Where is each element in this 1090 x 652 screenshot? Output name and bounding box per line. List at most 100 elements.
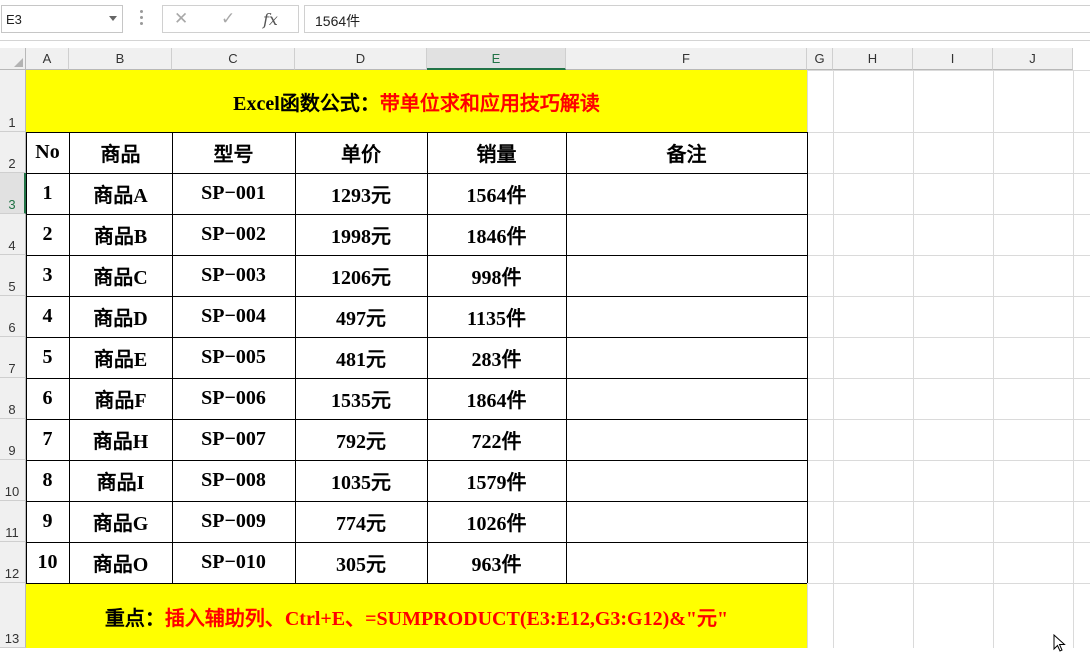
row-header-8[interactable]: 8 [0, 378, 26, 419]
table-header-cell[interactable]: 备注 [566, 132, 807, 173]
row-header-10[interactable]: 10 [0, 460, 26, 501]
table-header-cell[interactable]: 商品 [69, 132, 172, 173]
table-cell[interactable] [566, 378, 807, 419]
table-cell[interactable]: SP−006 [172, 378, 295, 419]
table-cell[interactable]: 2 [26, 214, 69, 255]
row-header-7[interactable]: 7 [0, 337, 26, 378]
table-cell[interactable]: 5 [26, 337, 69, 378]
row-header-12[interactable]: 12 [0, 542, 26, 583]
table-header-cell[interactable]: 单价 [295, 132, 427, 173]
table-cell[interactable]: 商品D [69, 296, 172, 337]
cancel-icon[interactable]: ✕ [174, 9, 188, 29]
table-header-cell[interactable]: No [26, 132, 69, 173]
column-header-b[interactable]: B [69, 48, 172, 70]
table-cell[interactable]: SP−002 [172, 214, 295, 255]
table-cell[interactable]: 305元 [295, 542, 427, 583]
formula-value: 1564件 [315, 13, 361, 29]
table-cell[interactable] [566, 542, 807, 583]
table-cell[interactable]: 1564件 [427, 173, 566, 214]
row-header-2[interactable]: 2 [0, 132, 26, 173]
table-cell[interactable]: 1 [26, 173, 69, 214]
table-cell[interactable]: 1293元 [295, 173, 427, 214]
column-header-c[interactable]: C [172, 48, 295, 70]
column-header-h[interactable]: H [833, 48, 913, 70]
row-header-6[interactable]: 6 [0, 296, 26, 337]
table-cell[interactable] [566, 296, 807, 337]
table-cell[interactable]: 1579件 [427, 460, 566, 501]
column-header-i[interactable]: I [913, 48, 993, 70]
table-cell[interactable]: 商品O [69, 542, 172, 583]
table-cell[interactable]: SP−001 [172, 173, 295, 214]
table-cell[interactable]: SP−004 [172, 296, 295, 337]
formula-input[interactable]: 1564件 [304, 5, 1090, 33]
table-cell[interactable]: 6 [26, 378, 69, 419]
table-cell[interactable]: 774元 [295, 501, 427, 542]
table-cell[interactable]: SP−007 [172, 419, 295, 460]
footer-banner[interactable]: 重点： 插入辅助列、Ctrl+E、=SUMPRODUCT(E3:E12,G3:G1… [26, 584, 807, 648]
table-cell[interactable]: 8 [26, 460, 69, 501]
table-cell[interactable]: 商品C [69, 255, 172, 296]
table-cell[interactable]: 481元 [295, 337, 427, 378]
table-cell[interactable]: SP−009 [172, 501, 295, 542]
table-header-cell[interactable]: 型号 [172, 132, 295, 173]
table-cell[interactable]: 998件 [427, 255, 566, 296]
table-cell[interactable]: 792元 [295, 419, 427, 460]
title-banner[interactable]: Excel函数公式： 带单位求和应用技巧解读 [26, 70, 807, 132]
table-cell[interactable]: SP−010 [172, 542, 295, 583]
table-cell[interactable]: 商品B [69, 214, 172, 255]
table-cell[interactable]: 7 [26, 419, 69, 460]
table-cell[interactable] [566, 255, 807, 296]
table-cell[interactable]: 1135件 [427, 296, 566, 337]
row-header-9[interactable]: 9 [0, 419, 26, 460]
table-cell[interactable]: SP−008 [172, 460, 295, 501]
column-header-j[interactable]: J [993, 48, 1073, 70]
table-cell[interactable]: 商品I [69, 460, 172, 501]
column-header-g[interactable]: G [807, 48, 833, 70]
table-cell[interactable]: 4 [26, 296, 69, 337]
insert-function-icon[interactable]: fx [263, 10, 278, 29]
table-cell[interactable]: SP−005 [172, 337, 295, 378]
row-header-11[interactable]: 11 [0, 501, 26, 542]
drag-handle-icon[interactable] [140, 10, 144, 26]
table-cell[interactable] [566, 460, 807, 501]
table-cell[interactable]: 9 [26, 501, 69, 542]
table-cell[interactable]: SP−003 [172, 255, 295, 296]
row-header-3[interactable]: 3 [0, 173, 26, 214]
select-all-button[interactable] [0, 48, 26, 70]
enter-icon[interactable]: ✓ [221, 9, 235, 29]
table-cell[interactable]: 商品H [69, 419, 172, 460]
name-box-dropdown-icon[interactable] [109, 16, 117, 21]
table-header-cell[interactable]: 销量 [427, 132, 566, 173]
table-cell[interactable]: 商品G [69, 501, 172, 542]
table-cell[interactable]: 722件 [427, 419, 566, 460]
table-cell[interactable]: 商品E [69, 337, 172, 378]
table-cell[interactable]: 1035元 [295, 460, 427, 501]
table-cell[interactable]: 商品F [69, 378, 172, 419]
table-cell[interactable]: 1026件 [427, 501, 566, 542]
table-cell[interactable] [566, 173, 807, 214]
column-header-e[interactable]: E [427, 48, 566, 70]
row-header-1[interactable]: 1 [0, 70, 26, 132]
table-cell[interactable] [566, 337, 807, 378]
table-cell[interactable]: 10 [26, 542, 69, 583]
table-cell[interactable]: 1998元 [295, 214, 427, 255]
table-cell[interactable]: 1206元 [295, 255, 427, 296]
table-cell[interactable]: 1535元 [295, 378, 427, 419]
table-cell[interactable] [566, 501, 807, 542]
column-header-d[interactable]: D [295, 48, 427, 70]
name-box[interactable]: E3 [1, 5, 123, 33]
row-header-13[interactable]: 13 [0, 583, 26, 648]
column-header-a[interactable]: A [26, 48, 69, 70]
table-cell[interactable]: 497元 [295, 296, 427, 337]
column-header-f[interactable]: F [566, 48, 807, 70]
table-cell[interactable]: 商品A [69, 173, 172, 214]
table-cell[interactable]: 963件 [427, 542, 566, 583]
table-cell[interactable] [566, 419, 807, 460]
table-cell[interactable]: 1864件 [427, 378, 566, 419]
table-cell[interactable] [566, 214, 807, 255]
row-header-4[interactable]: 4 [0, 214, 26, 255]
table-cell[interactable]: 1846件 [427, 214, 566, 255]
table-cell[interactable]: 3 [26, 255, 69, 296]
row-header-5[interactable]: 5 [0, 255, 26, 296]
table-cell[interactable]: 283件 [427, 337, 566, 378]
